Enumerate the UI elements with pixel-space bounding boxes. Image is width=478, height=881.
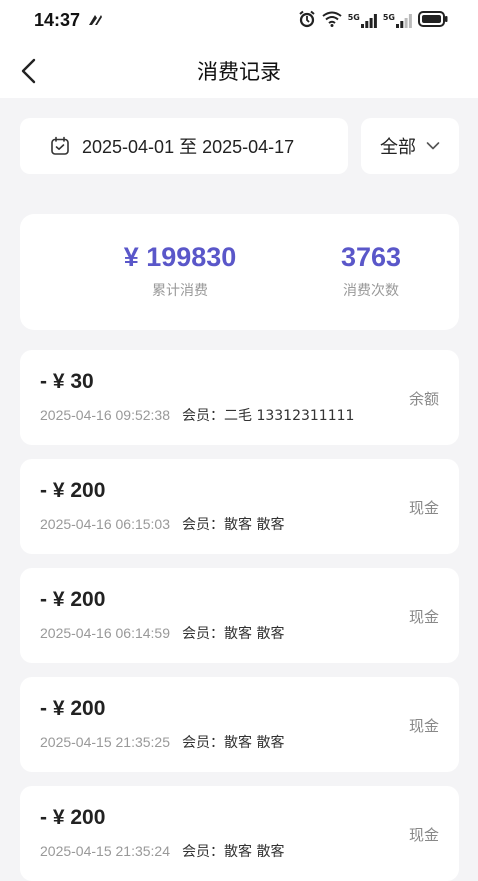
record-card[interactable]: - ¥ 200 2025-04-15 21:35:25 会员：散客 散客 现金 (20, 677, 459, 772)
record-member: 会员：散客 散客 (182, 517, 285, 533)
battery-icon (418, 11, 448, 31)
status-bar: 14:37 5G 5G (0, 0, 478, 44)
record-card[interactable]: - ¥ 200 2025-04-15 21:35:24 会员：散客 散客 现金 (20, 786, 459, 881)
record-amount: - ¥ 30 (40, 370, 94, 393)
record-payment-type: 现金 (408, 826, 439, 844)
summary-card: ¥ 199830 累计消费 3763 消费次数 (20, 214, 459, 330)
alarm-icon (298, 10, 316, 32)
record-payment-type: 余额 (408, 390, 439, 408)
calendar-icon (51, 136, 69, 155)
record-meta: 2025-04-16 06:14:59 会员：散客 散客 (40, 623, 284, 643)
record-payment-type: 现金 (408, 608, 439, 626)
chevron-down-icon (426, 142, 440, 150)
count-label: 消费次数 (343, 283, 399, 299)
status-time: 14:37 (34, 10, 81, 30)
total-label: 累计消费 (152, 283, 208, 299)
record-member: 会员：二毛 13312311111 (182, 408, 355, 424)
count-value: 3763 (340, 242, 402, 272)
record-card[interactable]: - ¥ 200 2025-04-16 06:15:03 会员：散客 散客 现金 (20, 459, 459, 554)
type-filter-label: 全部 (380, 137, 416, 158)
record-amount: - ¥ 200 (40, 479, 106, 502)
record-time: 2025-04-15 21:35:25 (40, 734, 170, 750)
type-filter-dropdown[interactable]: 全部 (361, 118, 459, 174)
record-payment-type: 现金 (408, 499, 439, 517)
nav-bar: 消费记录 (0, 44, 478, 98)
date-range-text: 2025-04-01 至 2025-04-17 (82, 137, 295, 157)
record-time: 2025-04-16 09:52:38 (40, 407, 170, 423)
record-amount: - ¥ 200 (40, 806, 106, 829)
page-title: 消费记录 (197, 60, 281, 84)
record-amount: - ¥ 200 (40, 588, 106, 611)
record-meta: 2025-04-15 21:35:25 会员：散客 散客 (40, 732, 284, 752)
record-time: 2025-04-15 21:35:24 (40, 843, 170, 859)
record-payment-type: 现金 (408, 717, 439, 735)
record-meta: 2025-04-15 21:35:24 会员：散客 散客 (40, 841, 284, 861)
cellular-signal-icon: 5G (348, 14, 377, 28)
record-time: 2025-04-16 06:14:59 (40, 625, 170, 641)
pinwheel-icon (87, 12, 103, 31)
consumption-count: 3763 消费次数 (271, 240, 471, 300)
total-consumption: ¥ 199830 累计消费 (80, 240, 280, 300)
total-amount: ¥ 199830 (123, 242, 237, 272)
wifi-icon (322, 11, 342, 31)
record-amount: - ¥ 200 (40, 697, 106, 720)
record-time: 2025-04-16 06:15:03 (40, 516, 170, 532)
cellular-signal-icon-2: 5G (383, 14, 412, 28)
record-member: 会员：散客 散客 (182, 844, 285, 860)
record-meta: 2025-04-16 09:52:38 会员：二毛 13312311111 (40, 405, 354, 425)
record-member: 会员：散客 散客 (182, 735, 285, 751)
record-card[interactable]: - ¥ 30 2025-04-16 09:52:38 会员：二毛 133123111… (20, 350, 459, 445)
record-meta: 2025-04-16 06:15:03 会员：散客 散客 (40, 514, 284, 534)
status-icons: 5G 5G (298, 10, 448, 32)
record-member: 会员：散客 散客 (182, 626, 285, 642)
record-card[interactable]: - ¥ 200 2025-04-16 06:14:59 会员：散客 散客 现金 (20, 568, 459, 663)
date-range-picker[interactable]: 2025-04-01 至 2025-04-17 (20, 118, 348, 174)
